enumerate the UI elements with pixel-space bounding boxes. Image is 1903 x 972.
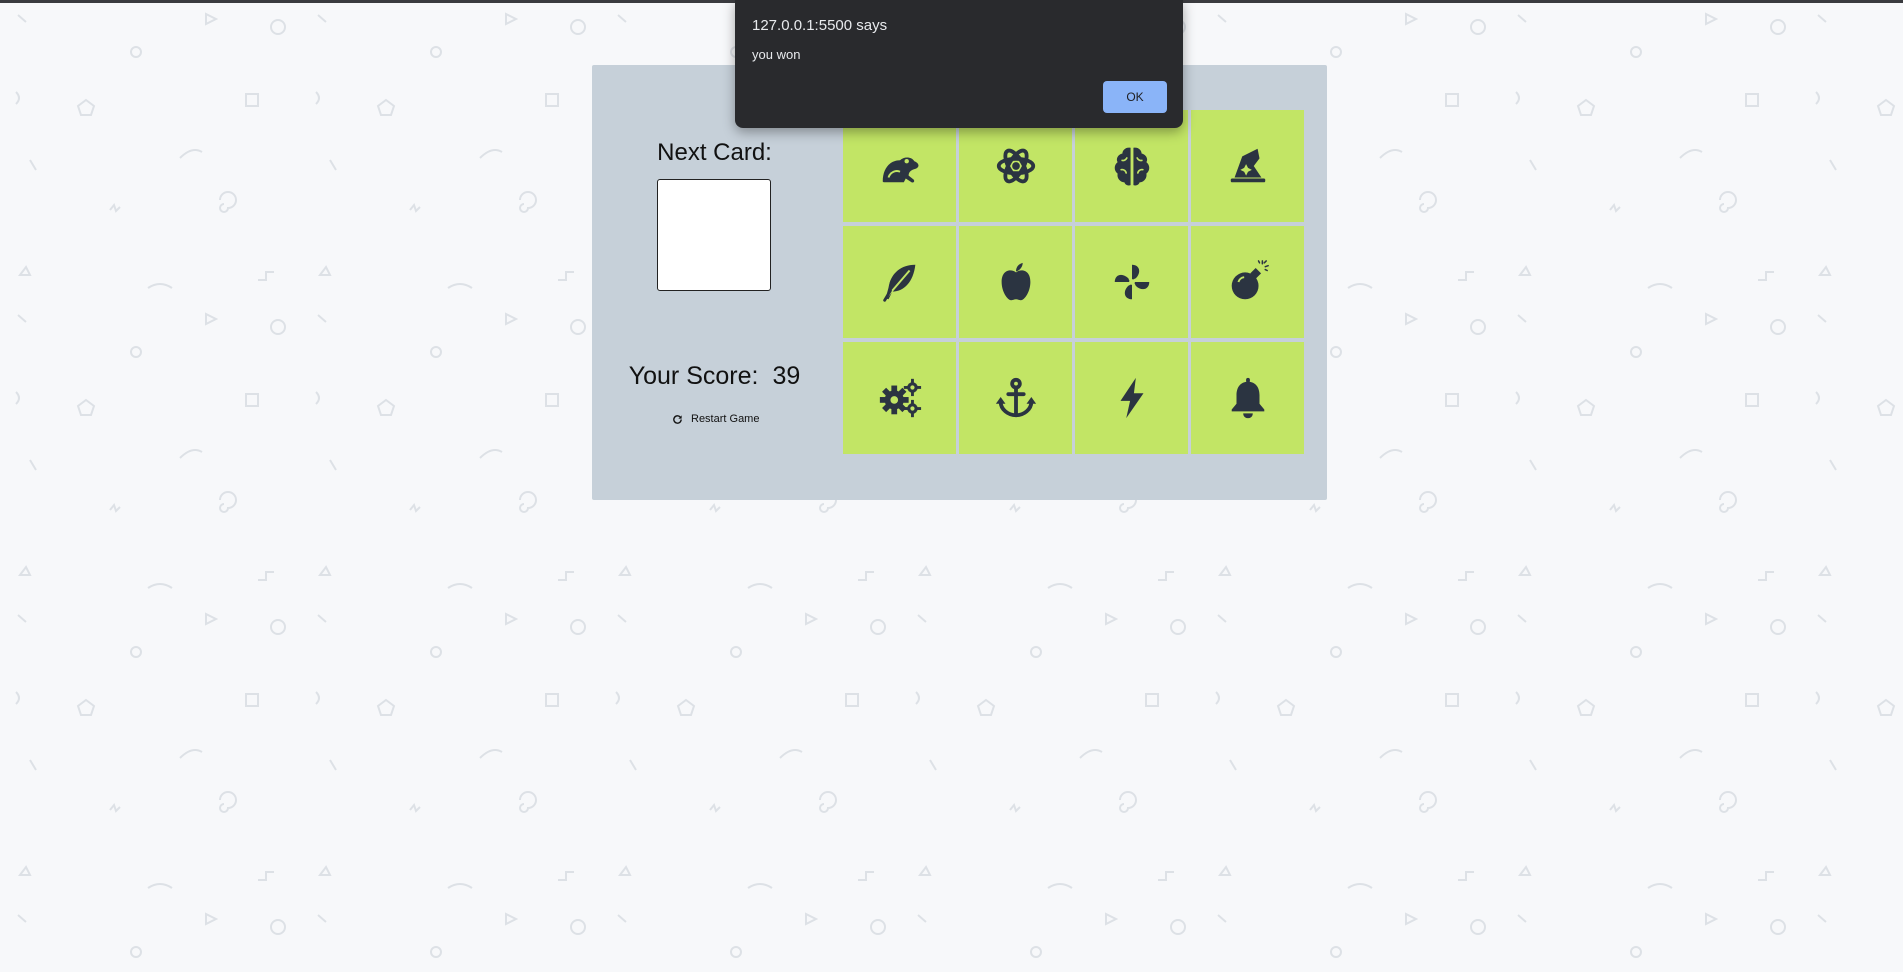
pinwheel-icon: [1114, 264, 1149, 300]
restart-game-label: Restart Game: [691, 413, 760, 425]
bell-icon: [1231, 377, 1264, 419]
card[interactable]: [1075, 342, 1188, 454]
ok-button[interactable]: OK: [1103, 81, 1167, 113]
side-panel: Next Card: Your Score: 39 Restart Game: [592, 65, 837, 500]
atom-icon: [996, 148, 1035, 184]
apple-icon: [1001, 262, 1030, 301]
next-card-slot: [657, 179, 771, 291]
game-panel: Next Card: Your Score: 39 Restart Game: [592, 65, 1327, 500]
score-display: Your Score: 39: [592, 362, 837, 391]
card[interactable]: [843, 342, 956, 454]
gears-icon: [879, 378, 921, 418]
next-card-label: Next Card:: [657, 139, 772, 166]
frog-icon: [882, 157, 918, 183]
card[interactable]: [959, 342, 1072, 454]
dialog-message: you won: [752, 47, 801, 62]
card-grid: [843, 110, 1304, 454]
dialog-origin: 127.0.0.1:5500 says: [752, 17, 888, 34]
brain-icon: [1114, 147, 1149, 186]
bomb-icon: [1231, 260, 1269, 300]
bolt-icon: [1120, 377, 1143, 419]
card[interactable]: [1191, 342, 1304, 454]
card[interactable]: [1075, 226, 1188, 338]
alert-dialog: 127.0.0.1:5500 says you won OK: [735, 0, 1183, 128]
card[interactable]: [843, 226, 956, 338]
wizard-hat-icon: [1230, 148, 1265, 183]
restart-game-button[interactable]: Restart Game: [672, 410, 759, 428]
card[interactable]: [1191, 226, 1304, 338]
score-label: Your Score:: [628, 362, 759, 390]
card[interactable]: [1191, 110, 1304, 222]
refresh-icon: [673, 414, 682, 424]
card[interactable]: [959, 226, 1072, 338]
feather-icon: [882, 264, 915, 302]
score-value: 39: [772, 362, 801, 390]
anchor-icon: [995, 377, 1036, 418]
